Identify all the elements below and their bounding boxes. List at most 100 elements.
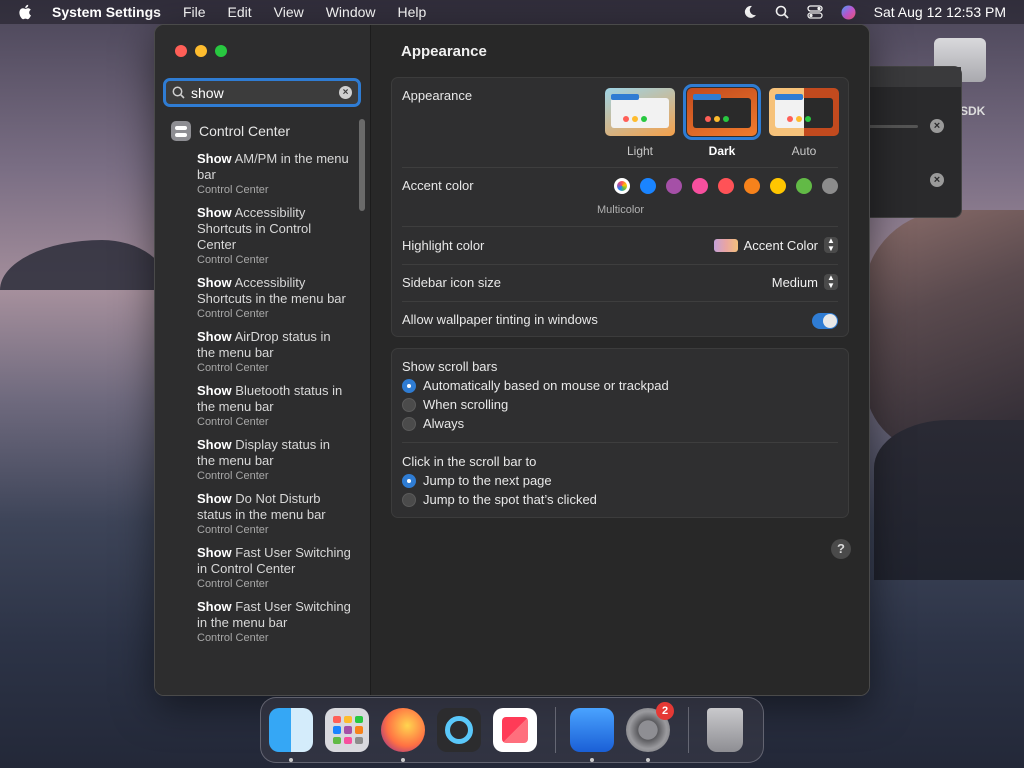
minimize-window-button[interactable]	[195, 45, 207, 57]
background-window-slider[interactable]	[868, 125, 918, 128]
news-icon[interactable]	[493, 708, 537, 752]
notification-badge: 2	[656, 702, 674, 720]
menubar-clock[interactable]: Sat Aug 12 12:53 PM	[874, 4, 1006, 20]
window-controls	[175, 45, 227, 57]
accent-graphite-swatch[interactable]	[822, 178, 838, 194]
divider	[402, 226, 838, 227]
appearance-dark-option[interactable]	[683, 84, 761, 140]
running-indicator	[590, 758, 594, 762]
search-field[interactable]: ×	[163, 78, 361, 107]
wallpaper-land-left	[0, 240, 170, 290]
clear-icon[interactable]: ×	[930, 119, 944, 133]
radio-button[interactable]	[402, 492, 416, 507]
search-result[interactable]: Show Do Not Disturb status in the menu b…	[155, 491, 371, 537]
divider	[402, 264, 838, 265]
result-source: Control Center	[197, 308, 269, 320]
dock-separator	[688, 707, 689, 753]
scroll-bar-settings-group: Show scroll bars Automatically based on …	[391, 348, 849, 518]
search-result[interactable]: Show Fast User Switching in the menu bar…	[155, 599, 371, 645]
radio-button[interactable]	[402, 473, 416, 488]
click-option-next-page[interactable]: Jump to the next page	[402, 473, 552, 488]
moon-icon[interactable]	[743, 5, 757, 19]
running-indicator	[289, 758, 293, 762]
accent-orange-swatch[interactable]	[744, 178, 760, 194]
menu-help[interactable]: Help	[398, 4, 427, 20]
sidebar-icon-size-popup[interactable]: Medium ▲ ▼	[772, 274, 838, 290]
menu-app-name[interactable]: System Settings	[52, 4, 161, 20]
highlight-color-swatch	[713, 238, 738, 252]
clear-search-icon[interactable]: ×	[339, 86, 352, 99]
background-window[interactable]: × ×	[868, 66, 962, 218]
radio-button[interactable]	[402, 416, 416, 431]
result-source: Control Center	[197, 524, 269, 536]
accent-pink-swatch[interactable]	[692, 178, 708, 194]
result-source: Control Center	[197, 416, 269, 428]
scrollbar-option-automatic[interactable]: Automatically based on mouse or trackpad	[402, 378, 669, 393]
apple-menu-icon[interactable]	[18, 4, 32, 20]
result-source: Control Center	[197, 578, 269, 590]
zoom-window-button[interactable]	[215, 45, 227, 57]
search-result[interactable]: Show Bluetooth status in the menu bar Co…	[155, 383, 371, 429]
divider	[402, 167, 838, 168]
trash-icon[interactable]	[707, 708, 743, 752]
radio-button[interactable]	[402, 397, 416, 412]
sidebar-scrollbar[interactable]	[359, 119, 365, 211]
highlight-color-label: Highlight color	[402, 238, 485, 253]
appearance-light-option[interactable]	[605, 88, 675, 136]
firefox-icon[interactable]	[381, 708, 425, 762]
help-button[interactable]: ?	[831, 539, 851, 559]
scrollbar-option-always[interactable]: Always	[402, 416, 464, 431]
scrollbar-option-when-scrolling[interactable]: When scrolling	[402, 397, 508, 412]
control-center-icon[interactable]	[807, 5, 823, 19]
control-center-icon	[171, 121, 191, 141]
appearance-auto-option[interactable]	[769, 88, 839, 136]
accent-yellow-swatch[interactable]	[770, 178, 786, 194]
radio-button[interactable]	[402, 378, 416, 393]
accent-blue-swatch[interactable]	[640, 178, 656, 194]
appearance-auto-label: Auto	[791, 144, 817, 158]
wallpaper-cliff-right	[864, 210, 1024, 450]
accent-green-swatch[interactable]	[796, 178, 812, 194]
search-result[interactable]: Show AirDrop status in the menu bar Cont…	[155, 329, 371, 375]
result-match: Show	[197, 383, 232, 398]
search-result[interactable]: Show Accessibility Shortcuts in Control …	[155, 205, 371, 267]
search-icon[interactable]	[775, 5, 789, 19]
appearance-pane: Appearance Appearance Light Dark Auto Ac…	[371, 25, 869, 695]
search-input[interactable]	[191, 84, 331, 101]
search-result[interactable]: Show Display status in the menu bar Cont…	[155, 437, 371, 483]
desktop-drive-label: SDK	[960, 104, 986, 118]
finder-icon[interactable]	[269, 708, 313, 762]
system-settings-icon[interactable]: 2	[626, 702, 674, 762]
background-window-titlebar	[868, 67, 961, 87]
search-result[interactable]: Show Accessibility Shortcuts in the menu…	[155, 275, 371, 321]
result-group-label: Control Center	[199, 123, 291, 139]
search-result[interactable]: Show AM/PM in the menu bar Control Cente…	[155, 151, 371, 197]
siri-icon[interactable]	[841, 5, 856, 20]
quicktime-icon[interactable]	[437, 708, 481, 752]
xcode-icon[interactable]	[570, 708, 614, 762]
wallpaper-rocks-right	[874, 420, 1024, 580]
accent-color-swatches	[614, 178, 838, 194]
wallpaper-tinting-toggle[interactable]	[812, 313, 838, 329]
accent-multicolor-swatch[interactable]	[614, 178, 630, 194]
search-results-list: Control Center Show AM/PM in the menu ba…	[155, 119, 371, 695]
result-group-control-center[interactable]: Control Center	[155, 119, 371, 143]
menu-edit[interactable]: Edit	[228, 4, 252, 20]
accent-purple-swatch[interactable]	[666, 178, 682, 194]
menu-file[interactable]: File	[183, 4, 206, 20]
running-indicator	[401, 758, 405, 762]
click-option-spot-clicked[interactable]: Jump to the spot that’s clicked	[402, 492, 597, 507]
radio-label: Automatically based on mouse or trackpad	[423, 378, 669, 393]
appearance-settings-group: Appearance Light Dark Auto Accent color	[391, 77, 849, 337]
close-window-button[interactable]	[175, 45, 187, 57]
menu-window[interactable]: Window	[326, 4, 376, 20]
result-source: Control Center	[197, 184, 269, 196]
clear-icon[interactable]: ×	[930, 173, 944, 187]
highlight-color-popup[interactable]: Accent Color ▲ ▼	[713, 237, 838, 253]
search-icon	[172, 86, 185, 99]
launchpad-icon[interactable]	[325, 708, 369, 752]
menu-view[interactable]: View	[274, 4, 304, 20]
search-result[interactable]: Show Fast User Switching in Control Cent…	[155, 545, 371, 591]
accent-selected-name: Multicolor	[597, 204, 645, 216]
accent-red-swatch[interactable]	[718, 178, 734, 194]
